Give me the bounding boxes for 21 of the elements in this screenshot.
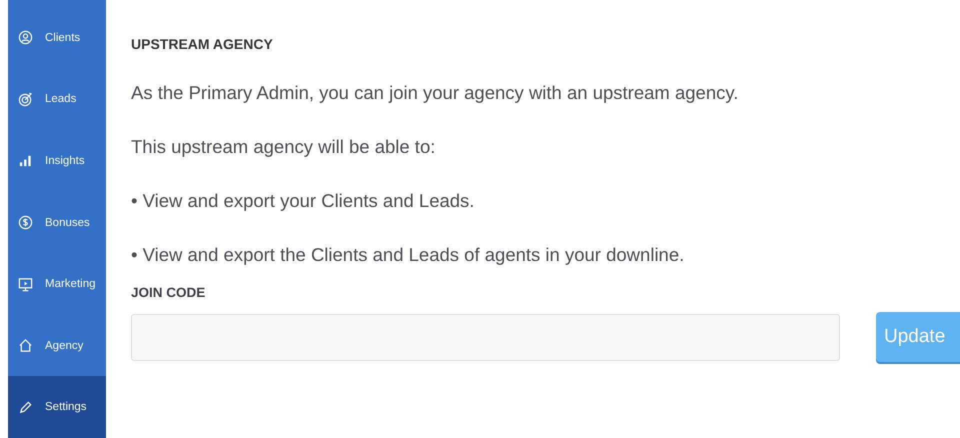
sidebar-item[interactable]: Clients bbox=[8, 7, 106, 69]
paragraph: This upstream agency will be able to: bbox=[131, 136, 436, 157]
user-icon bbox=[18, 30, 33, 46]
target-icon bbox=[18, 92, 33, 107]
join-code-field[interactable] bbox=[131, 314, 840, 360]
pencil-icon bbox=[18, 400, 33, 415]
sidebar-item[interactable]: Agency bbox=[8, 314, 106, 376]
sidebar-item[interactable]: Marketing bbox=[8, 253, 106, 315]
sidebar-item[interactable]: Bonuses bbox=[8, 192, 106, 254]
paragraph: As the Primary Admin, you can join your agency with an upstream agency. bbox=[131, 82, 740, 103]
dollar-icon bbox=[18, 215, 33, 230]
sidebar-item[interactable]: Insights bbox=[8, 130, 106, 192]
paragraph: • View and export your Clients and Leads. bbox=[131, 190, 476, 211]
sidebar-item[interactable]: Settings bbox=[8, 376, 106, 438]
paragraph: • View and export the Clients and Leads of agents in your downline. bbox=[131, 244, 686, 265]
bars-icon bbox=[18, 153, 33, 168]
sidebar-item[interactable]: Leads bbox=[8, 68, 106, 130]
monitor-icon bbox=[18, 276, 33, 292]
house-icon bbox=[18, 338, 33, 354]
section-title: UPSTREAM AGENCY bbox=[131, 36, 274, 52]
field-label: JOIN CODE bbox=[131, 285, 206, 300]
